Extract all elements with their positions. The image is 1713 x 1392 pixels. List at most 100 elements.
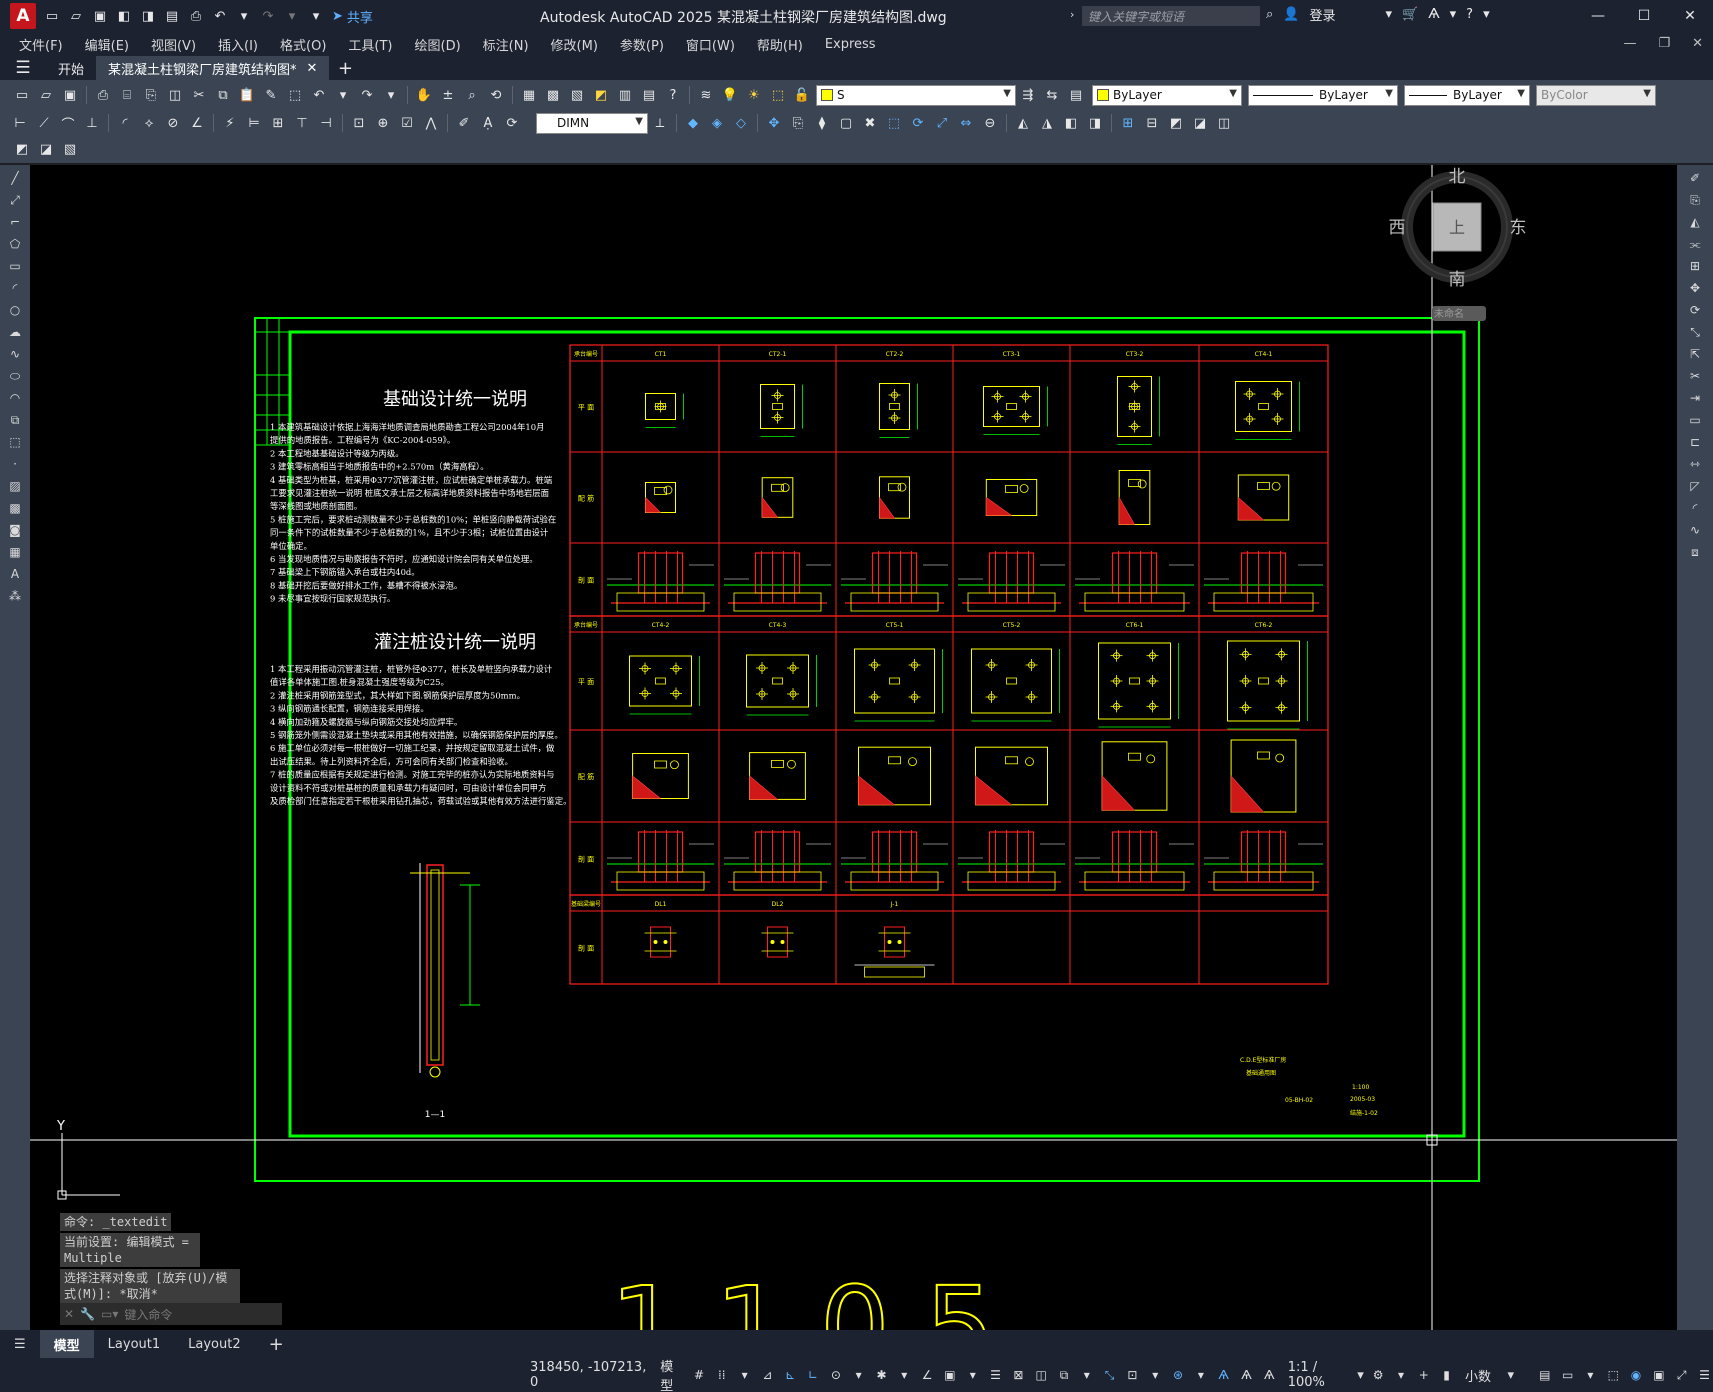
undo-icon[interactable]: ↶ — [210, 7, 230, 25]
menu-file[interactable]: 文件(F) — [8, 35, 74, 54]
undo-tool-icon[interactable]: ↶ — [309, 85, 329, 105]
customize-command-icon[interactable]: 🔧 — [80, 1307, 95, 1321]
units-dropdown[interactable]: 小数 ▾ — [1465, 1366, 1530, 1385]
login-dropdown-icon[interactable]: ▾ — [1385, 7, 1392, 22]
print-icon[interactable]: ⎙ — [93, 85, 113, 105]
fillet-icon[interactable]: ◜ — [1685, 499, 1705, 517]
clip-icon[interactable]: ⊟ — [1142, 113, 1162, 133]
save-web-icon[interactable]: ▤ — [162, 7, 182, 25]
add-layout-icon[interactable]: + — [255, 1330, 298, 1358]
linetype-dropdown[interactable]: ByLayer ▼ — [1248, 84, 1398, 106]
polyline-icon[interactable]: ⌐ — [5, 213, 25, 231]
copy-icon[interactable]: ⧉ — [213, 85, 233, 105]
hardware-acceleration-icon[interactable]: ⬚ — [1605, 1366, 1622, 1384]
zoom-realtime-icon[interactable]: ± — [438, 85, 458, 105]
layer-state-icon[interactable]: ▤ — [1066, 85, 1086, 105]
blend-icon[interactable]: ∿ — [1685, 521, 1705, 539]
object-snap-tracking-icon[interactable]: ✱ — [873, 1366, 890, 1384]
doc-minimize-icon[interactable]: — — [1623, 36, 1636, 51]
tab-close-icon[interactable]: ✕ — [307, 61, 318, 76]
compass-west[interactable]: 西 — [1389, 218, 1406, 238]
dim-diameter-icon[interactable]: ⊘ — [163, 113, 183, 133]
zoom-window-icon[interactable]: ⌕ — [462, 85, 482, 105]
layer-previous-icon[interactable]: ⇆ — [1042, 85, 1062, 105]
login-button[interactable]: 登录 — [1309, 5, 1335, 24]
tab-layout1[interactable]: Layout1 — [94, 1330, 174, 1358]
ucs-world-icon[interactable]: ◈ — [707, 113, 727, 133]
3d-osnap-icon[interactable]: ⊠ — [1010, 1366, 1027, 1384]
open-web-icon[interactable]: ◨ — [138, 7, 158, 25]
sheet-set-icon[interactable]: ◩ — [591, 85, 611, 105]
menu-insert[interactable]: 插入(I) — [207, 35, 269, 54]
help-icon[interactable]: ? — [1466, 7, 1473, 22]
app-dropdown-icon[interactable]: ▾ — [1450, 7, 1457, 22]
search-icon[interactable]: ⌕ — [1266, 7, 1273, 22]
dim-space-icon[interactable]: ⊤ — [292, 113, 312, 133]
rotate-tool-icon[interactable]: ⟳ — [1685, 301, 1705, 319]
color-dropdown[interactable]: ByLayer ▼ — [1092, 84, 1242, 106]
view-left-icon[interactable]: ◧ — [1061, 113, 1081, 133]
annotation-visibility-icon[interactable]: ⤡ — [1101, 1366, 1118, 1384]
fullscreen-icon[interactable]: ⤢ — [1673, 1366, 1690, 1384]
close-icon[interactable]: ✕ — [1667, 0, 1713, 32]
spline-icon[interactable]: ∿ — [5, 345, 25, 363]
compass-north[interactable]: 北 — [1449, 167, 1466, 187]
multiline-text-icon[interactable]: A — [5, 565, 25, 583]
coordinates-readout[interactable]: 318450, -107213, 0 — [530, 1360, 650, 1390]
table-icon[interactable]: ▦ — [5, 543, 25, 561]
adjust-icon[interactable]: ◩ — [1166, 113, 1186, 133]
circle-icon[interactable]: ○ — [5, 301, 25, 319]
mirror-icon[interactable]: ⧫ — [812, 113, 832, 133]
dynamic-input-icon[interactable]: ⊿ — [759, 1366, 776, 1384]
layer-on-icon[interactable]: 💡 — [720, 85, 740, 105]
help-tool-icon[interactable]: ? — [663, 85, 683, 105]
pan-icon[interactable]: ✋ — [414, 85, 434, 105]
compass-east[interactable]: 东 — [1510, 218, 1527, 238]
stretch-tool-icon[interactable]: ⇱ — [1685, 345, 1705, 363]
object-snap-icon[interactable]: ▣ — [942, 1366, 959, 1384]
tab-active-document[interactable]: 某混凝土柱钢梁厂房建筑结构图* ✕ — [96, 56, 330, 80]
ellipse-icon[interactable]: ⬭ — [5, 367, 25, 385]
menu-tools[interactable]: 工具(T) — [337, 35, 403, 54]
dim-ordinate-icon[interactable]: ⊥ — [82, 113, 102, 133]
menu-format[interactable]: 格式(O) — [269, 35, 337, 54]
help-dropdown-icon[interactable]: ▾ — [1483, 7, 1490, 22]
paste-icon[interactable]: 📋 — [237, 85, 257, 105]
search-input[interactable]: 键入关键字或短语 — [1082, 6, 1260, 26]
jogged-linear-icon[interactable]: ⋀ — [421, 113, 441, 133]
view-top-icon[interactable]: ◭ — [1013, 113, 1033, 133]
quick-dim-icon[interactable]: ⚡ — [220, 113, 240, 133]
lineweight-icon[interactable]: ∠ — [919, 1366, 936, 1384]
units-menu-icon[interactable]: ▮ — [1438, 1366, 1455, 1384]
gizmo-icon[interactable]: ▾ — [1078, 1366, 1095, 1384]
transparency-icon[interactable]: ▾ — [964, 1366, 981, 1384]
close-command-icon[interactable]: ✕ — [64, 1307, 74, 1321]
calculator-icon[interactable]: ▤ — [639, 85, 659, 105]
rectangle-icon[interactable]: ▭ — [5, 257, 25, 275]
polygon-icon[interactable]: ⬠ — [5, 235, 25, 253]
design-center-icon[interactable]: ▩ — [543, 85, 563, 105]
cut-icon[interactable]: ✂ — [189, 85, 209, 105]
redo-tool-icon[interactable]: ↷ — [357, 85, 377, 105]
menu-window[interactable]: 窗口(W) — [675, 35, 746, 54]
tab-model[interactable]: 模型 — [39, 1330, 94, 1358]
underlay-icon[interactable]: ◫ — [1214, 113, 1234, 133]
block-editor-icon[interactable]: ⬚ — [285, 85, 305, 105]
dimstyle-dropdown[interactable]: DIMN ▼ — [536, 112, 648, 134]
redo-dropdown-icon[interactable]: ▾ — [282, 7, 302, 25]
add-selected-icon[interactable]: ⁂ — [5, 587, 25, 605]
menu-edit[interactable]: 编辑(E) — [74, 35, 140, 54]
doc-close-icon[interactable]: ✕ — [1692, 36, 1703, 51]
share-button[interactable]: ➤ 共享 — [332, 7, 373, 26]
dim-angular-icon[interactable]: ∠ — [187, 113, 207, 133]
ellipse-arc-icon[interactable]: ◠ — [5, 389, 25, 407]
mesh-crease-icon[interactable]: ▧ — [60, 140, 80, 160]
open-icon[interactable]: ▱ — [66, 7, 86, 25]
user-icon[interactable]: 👤 — [1283, 7, 1299, 22]
array-icon[interactable]: ⬚ — [884, 113, 904, 133]
insert-block-icon[interactable]: ⧉ — [5, 411, 25, 429]
revision-cloud-icon[interactable]: ☁ — [5, 323, 25, 341]
undo-dropdown-icon[interactable]: ▾ — [234, 7, 254, 25]
command-input[interactable]: ✕ 🔧 ▭▾ 键入命令 — [60, 1303, 282, 1325]
move-tool-icon[interactable]: ✥ — [1685, 279, 1705, 297]
